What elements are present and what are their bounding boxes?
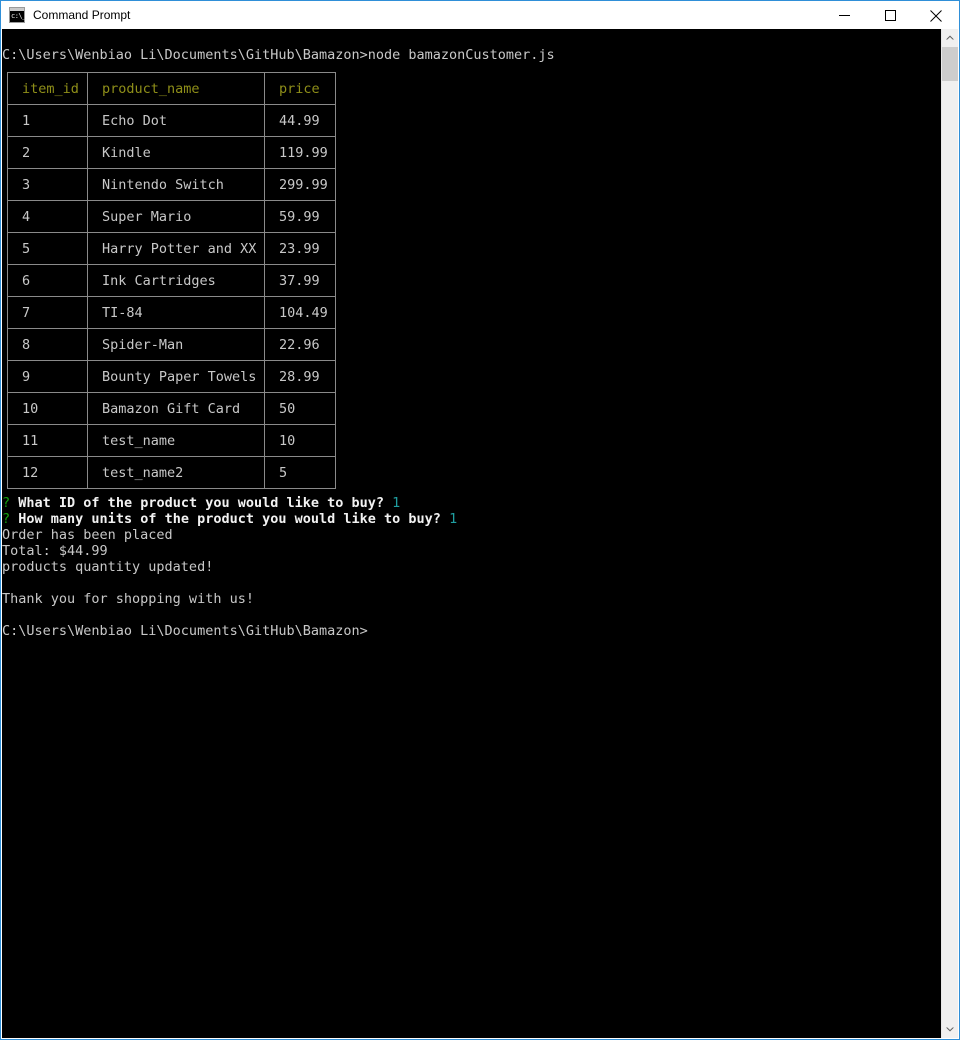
cell-price: 10	[264, 424, 336, 457]
cell-item-id: 4	[7, 200, 88, 233]
cell-product-name: Ink Cartridges	[87, 264, 265, 297]
cell-price: 22.96	[264, 328, 336, 361]
cell-product-name: Harry Potter and XX	[87, 232, 265, 265]
minimize-button[interactable]	[821, 1, 867, 30]
cell-product-name: Bounty Paper Towels	[87, 360, 265, 393]
close-button[interactable]	[913, 1, 959, 30]
output-total: Total: $44.99	[2, 543, 108, 559]
cell-item-id: 12	[7, 456, 88, 489]
output-block: ? What ID of the product you would like …	[2, 495, 457, 639]
scroll-up-button[interactable]	[942, 29, 958, 46]
cell-price: 37.99	[264, 264, 336, 297]
table-row: 6 Ink Cartridges 37.99	[7, 264, 336, 297]
cell-product-name: TI-84	[87, 296, 265, 329]
cell-price: 44.99	[264, 104, 336, 137]
console-icon-titlestrip	[10, 8, 24, 11]
cell-price: 28.99	[264, 360, 336, 393]
cell-item-id: 1	[7, 104, 88, 137]
cell-item-id: 3	[7, 168, 88, 201]
final-command-prompt: C:\Users\Wenbiao Li\Documents\GitHub\Bam…	[2, 623, 368, 639]
table-row: 9 Bounty Paper Towels 28.99	[7, 360, 336, 393]
console-icon-glyph: c:\_	[11, 12, 26, 20]
vertical-scrollbar[interactable]	[941, 29, 958, 1038]
cell-price: 5	[264, 456, 336, 489]
cell-price: 50	[264, 392, 336, 425]
cell-product-name: Super Mario	[87, 200, 265, 233]
table-row: 2 Kindle 119.99	[7, 136, 336, 169]
table-row: 3 Nintendo Switch 299.99	[7, 168, 336, 201]
prompt-line-units: ? How many units of the product you woul…	[2, 511, 457, 527]
question-text-units: How many units of the product you would …	[18, 511, 441, 527]
prompt-line-product-id: ? What ID of the product you would like …	[2, 495, 457, 511]
table-row: 12 test_name2 5	[7, 456, 336, 489]
cell-product-name: Spider-Man	[87, 328, 265, 361]
console-text-surface[interactable]: C:\Users\Wenbiao Li\Documents\GitHub\Bam…	[2, 29, 941, 1038]
window-title: Command Prompt	[33, 7, 131, 22]
maximize-button[interactable]	[867, 1, 913, 30]
minimize-icon	[838, 15, 850, 16]
answer-product-id: 1	[392, 495, 401, 511]
cell-item-id: 6	[7, 264, 88, 297]
table-row: 8 Spider-Man 22.96	[7, 328, 336, 361]
table-body: 1 Echo Dot 44.99 2 Kindle 119.99 3 Ninte…	[7, 104, 336, 489]
scroll-down-button[interactable]	[942, 1021, 958, 1038]
cell-product-name: Kindle	[87, 136, 265, 169]
output-blank-line	[2, 607, 457, 623]
cell-product-name: Nintendo Switch	[87, 168, 265, 201]
answer-units: 1	[449, 511, 458, 527]
column-header-item-id: item_id	[7, 72, 88, 105]
cell-price: 59.99	[264, 200, 336, 233]
cell-item-id: 9	[7, 360, 88, 393]
cell-price: 299.99	[264, 168, 336, 201]
cell-item-id: 10	[7, 392, 88, 425]
column-header-price: price	[264, 72, 336, 105]
column-header-product-name: product_name	[87, 72, 265, 105]
console-area[interactable]: C:\Users\Wenbiao Li\Documents\GitHub\Bam…	[2, 29, 958, 1038]
output-order-placed: Order has been placed	[2, 527, 173, 543]
question-marker: ?	[2, 495, 11, 511]
cell-item-id: 2	[7, 136, 88, 169]
chevron-down-icon	[946, 1027, 954, 1032]
table-row: 11 test_name 10	[7, 424, 336, 457]
table-row: 4 Super Mario 59.99	[7, 200, 336, 233]
chevron-up-icon	[946, 35, 954, 40]
close-icon	[930, 9, 942, 22]
question-marker: ?	[2, 511, 11, 527]
title-bar[interactable]: c:\_ Command Prompt	[1, 0, 959, 30]
window-controls	[821, 1, 959, 30]
cell-product-name: test_name	[87, 424, 265, 457]
cell-product-name: Bamazon Gift Card	[87, 392, 265, 425]
console-icon: c:\_	[9, 7, 26, 23]
cell-item-id: 11	[7, 424, 88, 457]
scrollbar-thumb[interactable]	[942, 47, 958, 81]
cell-price: 104.49	[264, 296, 336, 329]
cell-item-id: 8	[7, 328, 88, 361]
command-prompt-window: c:\_ Command Prompt C:\Users\Wenbiao Li\…	[0, 0, 960, 1040]
table-header-row: item_id product_name price	[7, 72, 336, 105]
output-blank-line	[2, 575, 457, 591]
maximize-icon	[884, 10, 896, 21]
products-table: item_id product_name price 1 Echo Dot 44…	[7, 72, 336, 489]
cell-item-id: 7	[7, 296, 88, 329]
output-thanks: Thank you for shopping with us!	[2, 591, 254, 607]
cell-product-name: Echo Dot	[87, 104, 265, 137]
cell-price: 23.99	[264, 232, 336, 265]
cell-product-name: test_name2	[87, 456, 265, 489]
cell-price: 119.99	[264, 136, 336, 169]
table-row: 1 Echo Dot 44.99	[7, 104, 336, 137]
table-row: 5 Harry Potter and XX 23.99	[7, 232, 336, 265]
question-text-product-id: What ID of the product you would like to…	[18, 495, 385, 511]
command-line: C:\Users\Wenbiao Li\Documents\GitHub\Bam…	[2, 47, 555, 63]
cell-item-id: 5	[7, 232, 88, 265]
output-quantity-updated: products quantity updated!	[2, 559, 214, 575]
table-row: 7 TI-84 104.49	[7, 296, 336, 329]
table-row: 10 Bamazon Gift Card 50	[7, 392, 336, 425]
